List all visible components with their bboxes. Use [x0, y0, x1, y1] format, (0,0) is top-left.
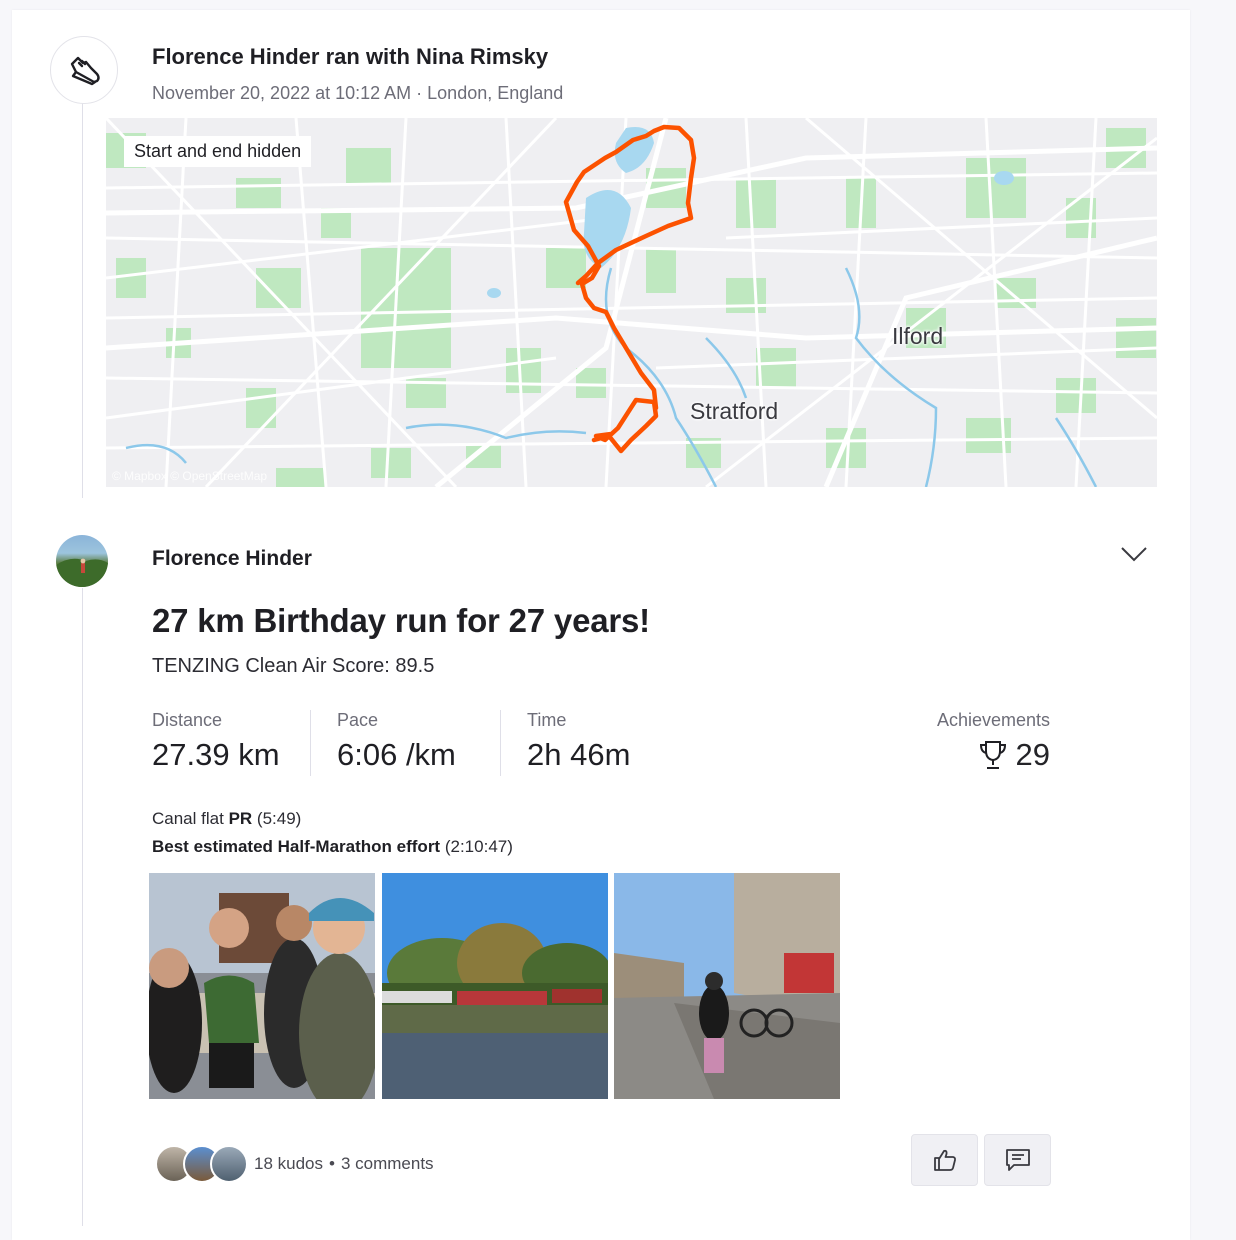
stat-value: 27.39 km	[152, 737, 280, 772]
map-attribution[interactable]: © Mapbox © OpenStreetMap	[112, 469, 267, 483]
stat-pace: Pace 6:06 /km	[337, 710, 456, 773]
activity-title[interactable]: 27 km Birthday run for 27 years!	[152, 602, 650, 640]
activity-photo-3[interactable]	[614, 873, 840, 1099]
pr-badge: PR	[228, 809, 253, 828]
stat-label: Pace	[337, 710, 379, 730]
stat-value: 2h 46m	[527, 737, 631, 772]
add-comment-button[interactable]	[984, 1134, 1051, 1186]
timeline-connector	[82, 588, 83, 1226]
achievements-count: 29	[1015, 737, 1050, 772]
best-effort-name: Best estimated Half-Marathon effort	[152, 837, 441, 856]
segment-time: (5:49)	[256, 809, 302, 828]
thumbs-up-icon	[933, 1149, 956, 1171]
trophy-icon	[979, 741, 1006, 769]
timeline-connector	[82, 102, 83, 498]
segment-effort[interactable]: Canal flat PR (5:49)	[152, 809, 301, 829]
stat-value: 6:06 /km	[337, 737, 456, 772]
stat-divider	[500, 710, 501, 776]
kudos-count[interactable]: 18 kudos	[254, 1154, 323, 1173]
give-kudos-button[interactable]	[911, 1134, 978, 1186]
best-effort[interactable]: Best estimated Half-Marathon effort (2:1…	[152, 837, 513, 857]
best-effort-time: (2:10:47)	[444, 837, 513, 856]
athlete-name[interactable]: Florence Hinder	[152, 547, 312, 571]
map-label-ilford: Ilford	[892, 323, 944, 349]
stat-time: Time 2h 46m	[527, 710, 630, 773]
comment-icon	[1005, 1149, 1030, 1171]
activity-photo-2[interactable]	[382, 873, 608, 1099]
athlete-avatar[interactable]	[56, 535, 108, 587]
activity-photo-1[interactable]	[149, 873, 375, 1099]
running-shoe-icon	[50, 36, 118, 104]
stat-distance: Distance 27.39 km	[152, 710, 280, 773]
activity-date-location: November 20, 2022 at 10:12 AM · London, …	[152, 83, 564, 103]
comments-count[interactable]: 3 comments	[341, 1154, 434, 1173]
activity-description: TENZING Clean Air Score: 89.5	[152, 655, 435, 677]
stat-divider	[310, 710, 311, 776]
achievements[interactable]: Achievements 29	[937, 710, 1050, 773]
route-map[interactable]: Start and end hidden Stratford Ilford © …	[106, 118, 1157, 487]
chevron-down-icon[interactable]	[1120, 544, 1148, 564]
segment-name: Canal flat	[152, 809, 224, 828]
privacy-badge: Start and end hidden	[124, 136, 312, 167]
achievements-label: Achievements	[936, 710, 1050, 730]
group-activity-title[interactable]: Florence Hinder ran with Nina Rimsky	[152, 44, 548, 70]
kudos-comments-summary: 18 kudos • 3 comments	[254, 1154, 434, 1174]
stat-label: Time	[527, 710, 567, 730]
map-label-stratford: Stratford	[690, 398, 779, 424]
kudos-avatars[interactable]	[155, 1145, 250, 1185]
kudos-avatar	[210, 1145, 248, 1183]
separator-dot: •	[329, 1154, 335, 1173]
stat-label: Distance	[152, 710, 223, 730]
